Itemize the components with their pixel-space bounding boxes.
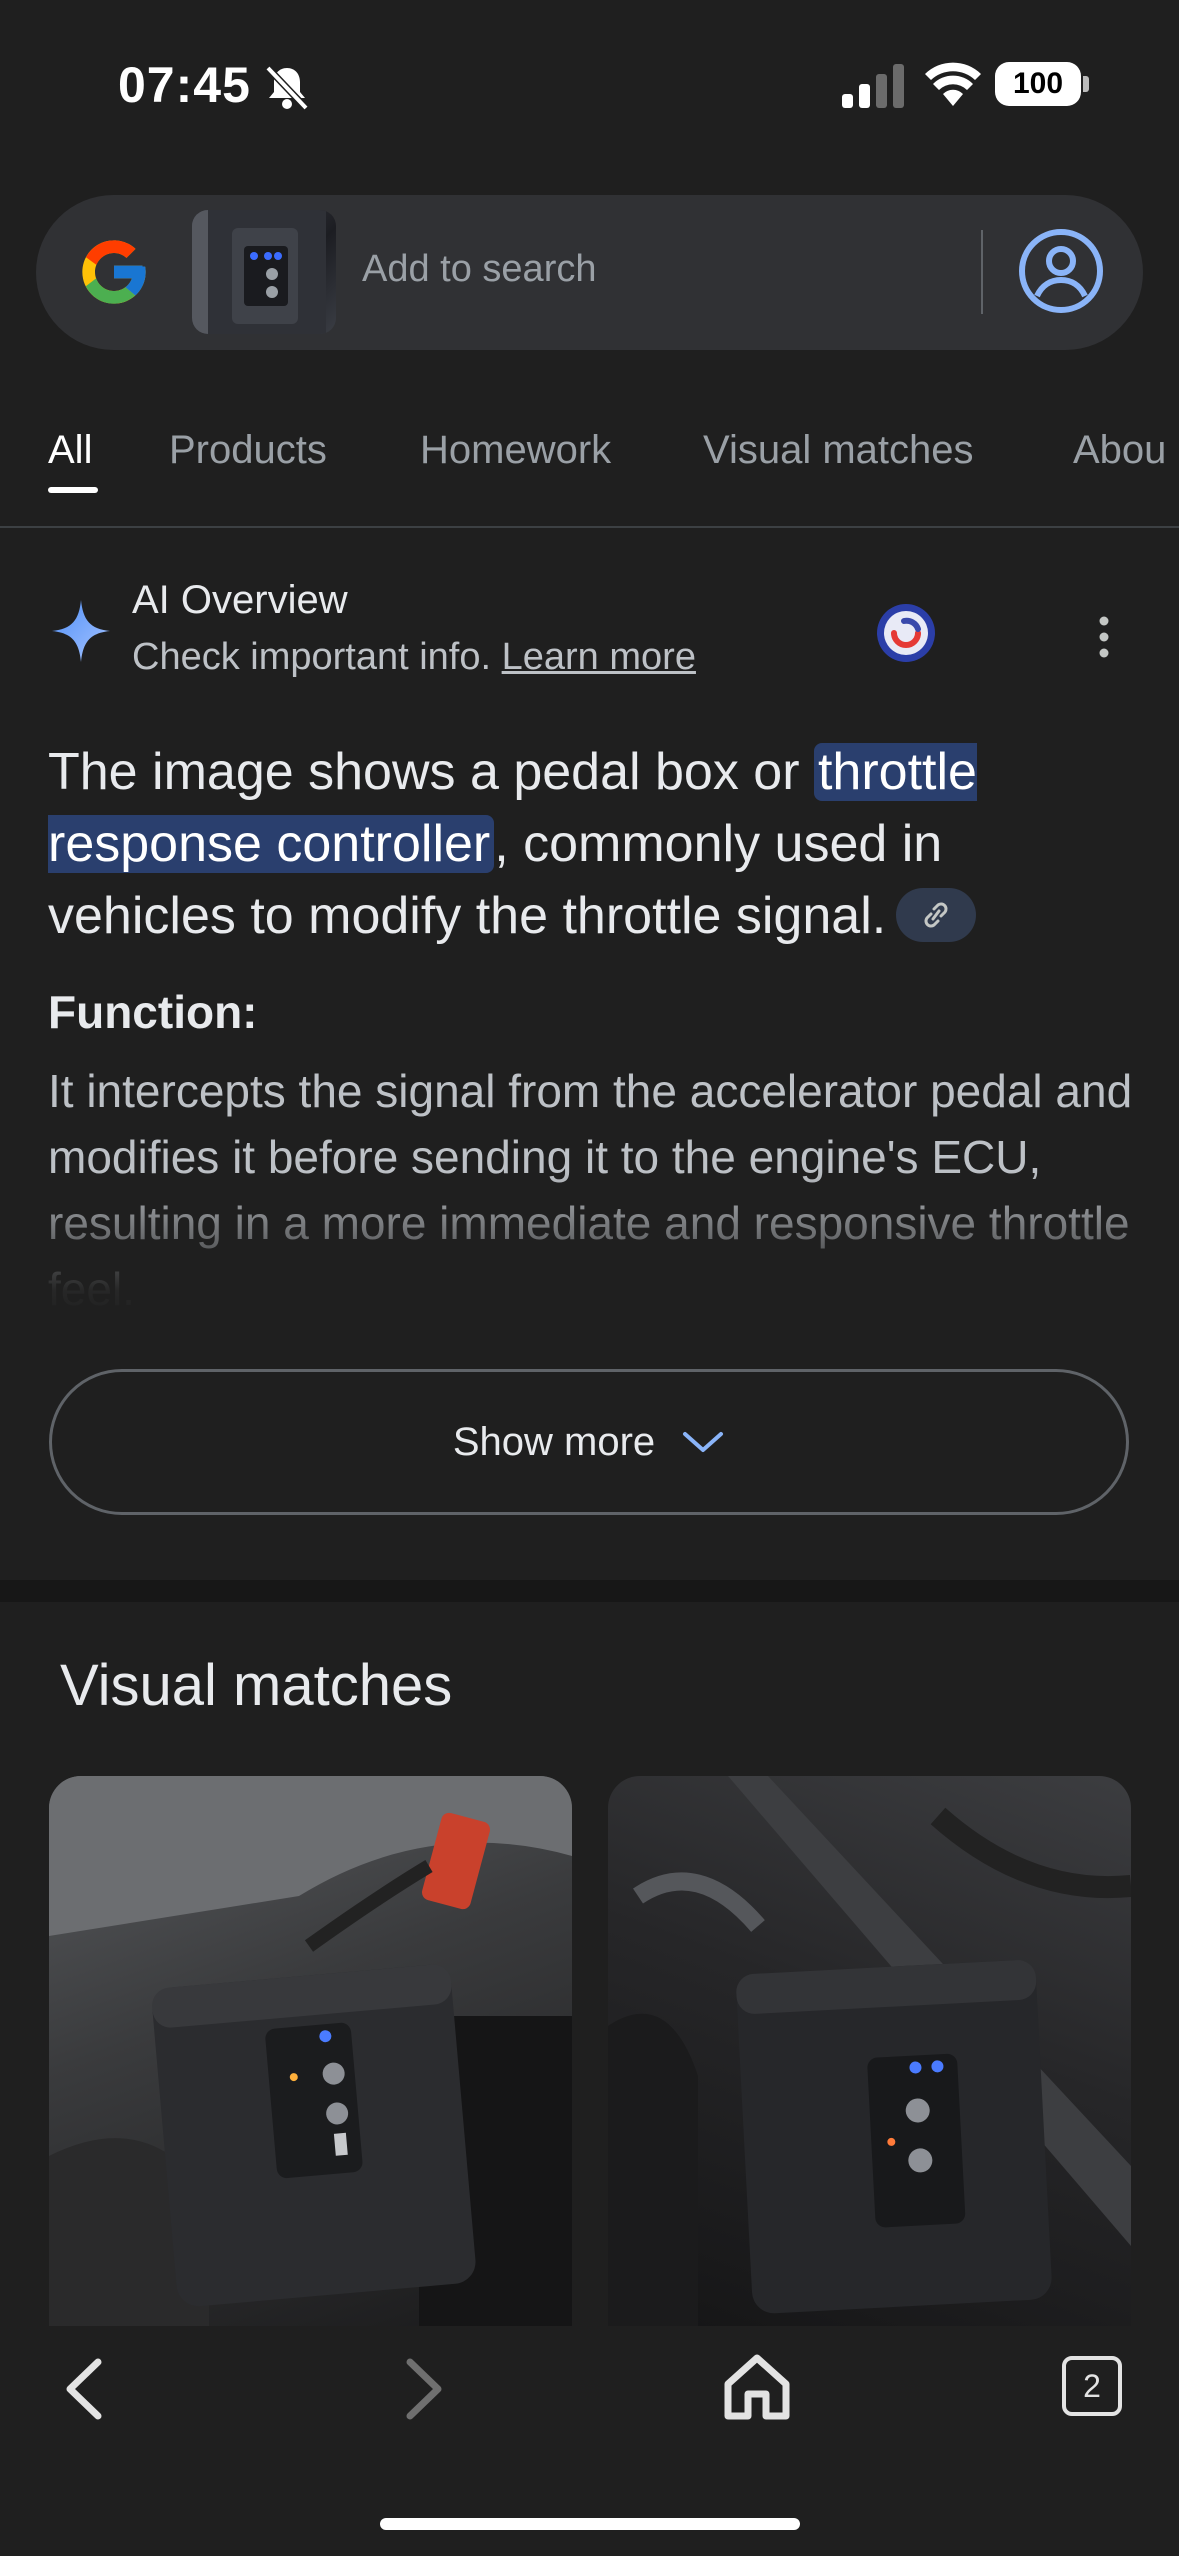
visual-matches-heading: Visual matches bbox=[60, 1653, 453, 1718]
tab-visual-matches[interactable]: Visual matches bbox=[703, 428, 974, 473]
search-divider bbox=[981, 230, 983, 314]
status-time: 07:45 bbox=[118, 57, 251, 113]
google-logo-icon[interactable] bbox=[76, 234, 152, 310]
cellular-signal-icon bbox=[842, 64, 904, 108]
function-heading: Function: bbox=[48, 986, 258, 1038]
learn-more-link[interactable]: Learn more bbox=[502, 636, 696, 678]
home-icon[interactable] bbox=[722, 2350, 792, 2422]
ai-overview-subtitle: Check important info. Learn more bbox=[132, 636, 696, 679]
visual-match-card[interactable] bbox=[608, 1776, 1131, 2326]
ai-sparkle-icon bbox=[52, 600, 110, 662]
section-divider bbox=[0, 1580, 1179, 1602]
tab-about[interactable]: Abou bbox=[1073, 428, 1166, 473]
show-more-button[interactable]: Show more bbox=[49, 1369, 1129, 1515]
tab-active-underline bbox=[48, 487, 98, 493]
show-more-label: Show more bbox=[452, 1419, 656, 1464]
account-avatar-icon[interactable] bbox=[1018, 228, 1104, 314]
home-indicator[interactable] bbox=[380, 2518, 800, 2530]
bell-off-icon bbox=[265, 65, 309, 111]
ai-overview-title: AI Overview bbox=[132, 578, 348, 622]
battery-indicator: 100 bbox=[995, 62, 1081, 106]
wifi-icon bbox=[925, 62, 981, 106]
more-options-icon[interactable] bbox=[1092, 612, 1116, 662]
battery-tip bbox=[1083, 76, 1089, 92]
tab-homework[interactable]: Homework bbox=[420, 428, 611, 473]
source-badge-icon[interactable] bbox=[875, 602, 937, 664]
search-image-thumbnail[interactable] bbox=[192, 210, 336, 334]
link-icon bbox=[924, 902, 948, 928]
ai-overview-summary: The image shows a pedal box or throttle … bbox=[48, 736, 1138, 952]
add-to-search-input[interactable] bbox=[362, 248, 922, 291]
tab-switcher-button[interactable]: 2 bbox=[1062, 2356, 1122, 2416]
source-link-chip[interactable] bbox=[896, 888, 977, 943]
back-arrow-icon[interactable] bbox=[58, 2354, 112, 2424]
device-thumbnail-image bbox=[192, 210, 326, 334]
content-fade-overlay bbox=[0, 1170, 1179, 1320]
ai-overview-disclaimer: Check important info. bbox=[132, 636, 492, 678]
visual-match-image bbox=[49, 1776, 572, 2326]
visual-match-card[interactable] bbox=[49, 1776, 572, 2326]
tab-all[interactable]: All bbox=[48, 428, 92, 473]
summary-text-start: The image shows a pedal box or bbox=[48, 743, 814, 801]
chevron-down-icon bbox=[683, 1432, 724, 1452]
tab-products[interactable]: Products bbox=[169, 428, 327, 473]
forward-arrow-icon[interactable] bbox=[396, 2354, 450, 2424]
visual-match-image bbox=[608, 1776, 1131, 2326]
